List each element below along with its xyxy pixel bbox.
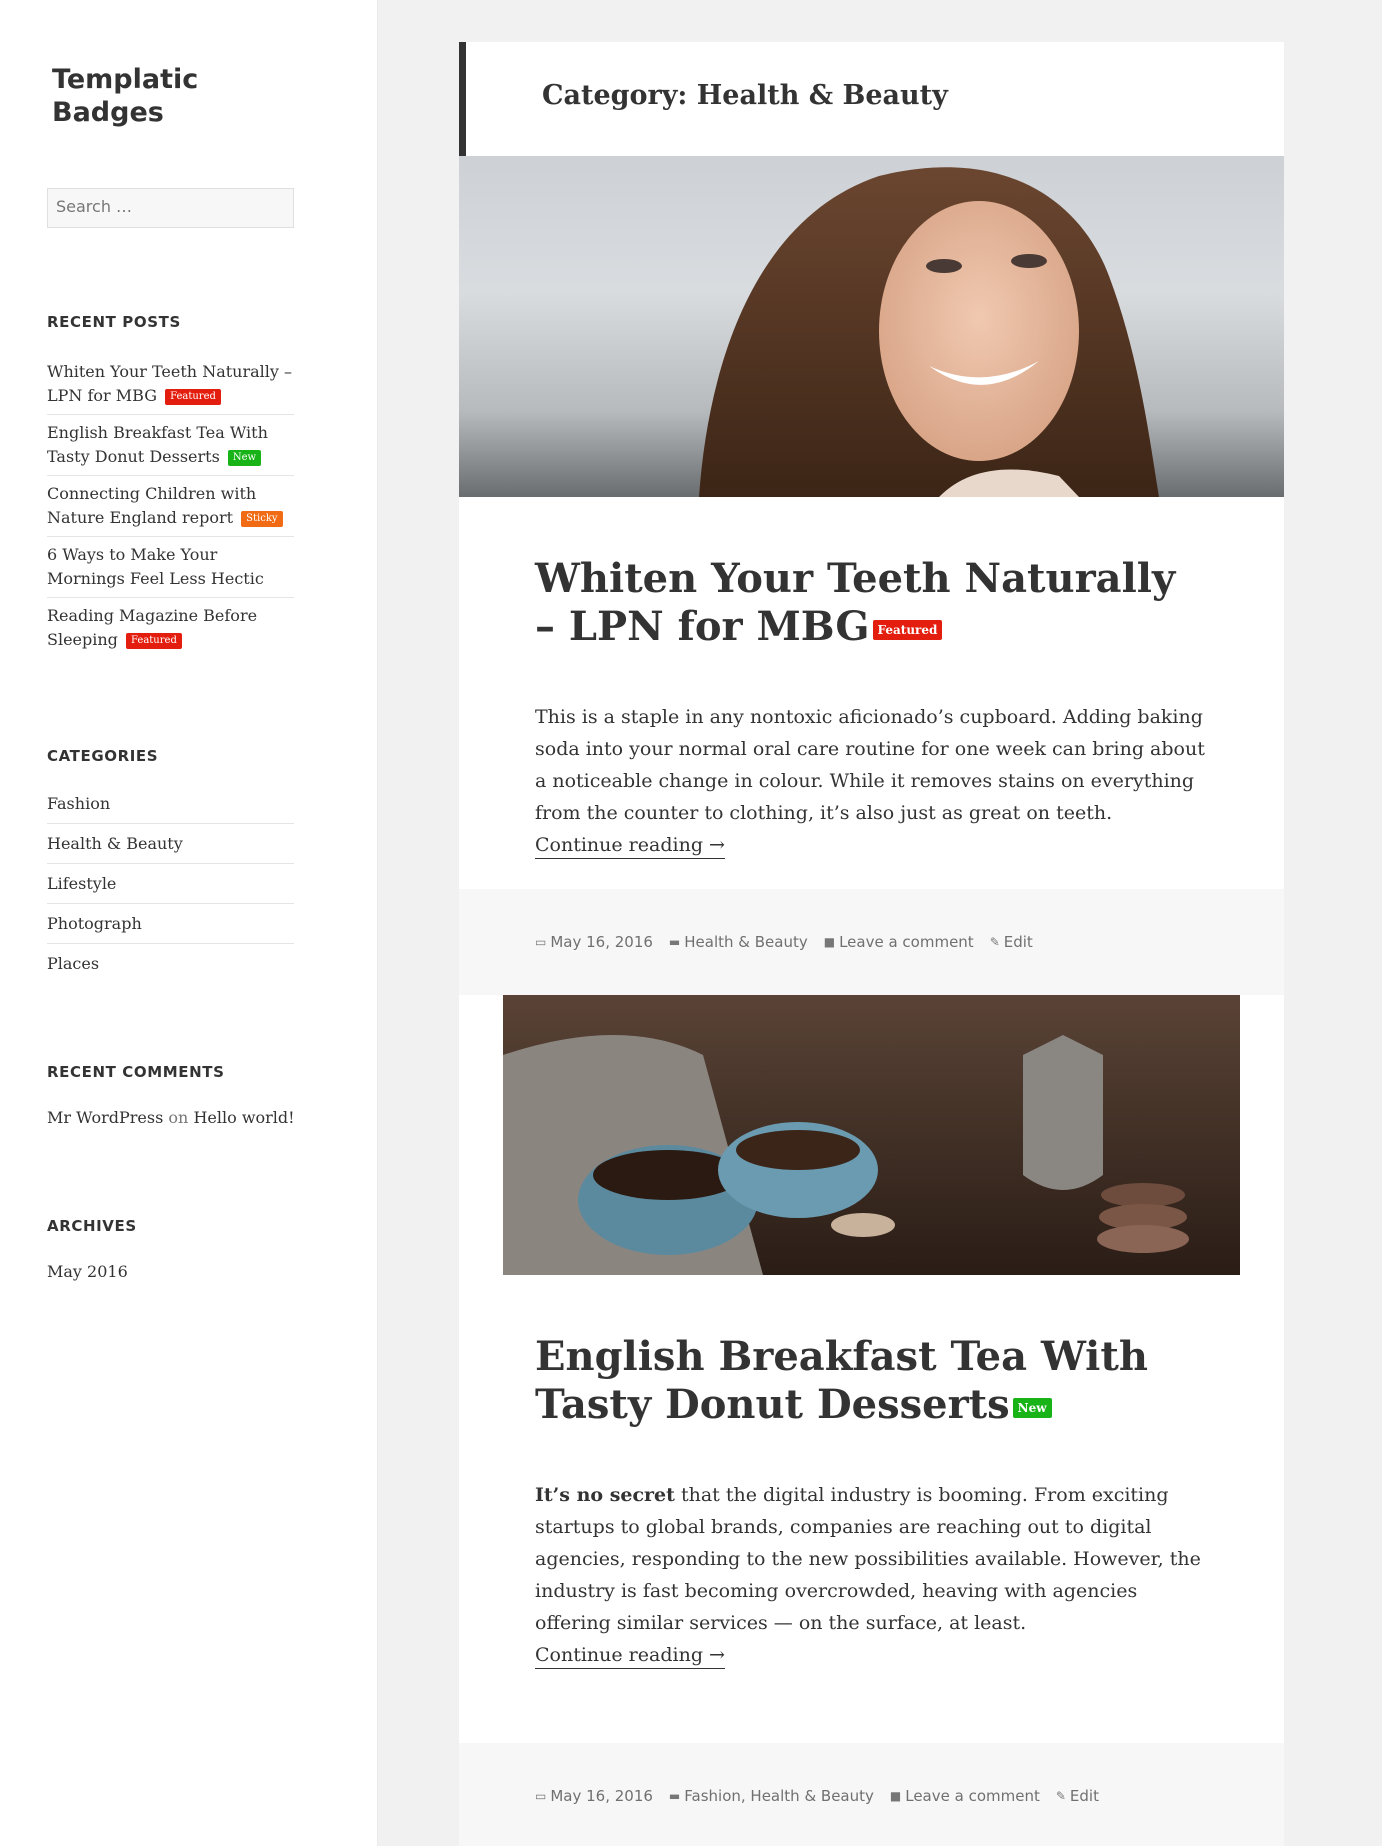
post-edit-text[interactable]: Edit <box>1004 933 1033 951</box>
featured-badge: Featured <box>126 633 182 649</box>
post-comments-text[interactable]: Leave a comment <box>905 1787 1040 1805</box>
category-item[interactable]: Places <box>47 944 294 983</box>
pencil-icon: ✎ <box>1055 1789 1066 1803</box>
post-categories-text[interactable]: Fashion, Health & Beauty <box>684 1787 874 1805</box>
comment-icon: ■ <box>889 1789 902 1803</box>
category-item[interactable]: Fashion <box>47 784 294 824</box>
post-edit-text[interactable]: Edit <box>1070 1787 1099 1805</box>
post-date[interactable]: ▭ May 16, 2016 <box>535 1787 653 1805</box>
category-item[interactable]: Health & Beauty <box>47 824 294 864</box>
post-comments[interactable]: ■ Leave a comment <box>824 933 974 951</box>
folder-icon: ▬ <box>668 1789 681 1803</box>
continue-reading-link[interactable]: Continue reading → <box>535 1642 725 1669</box>
post-date-text[interactable]: May 16, 2016 <box>550 1787 653 1805</box>
sticky-badge: Sticky <box>241 511 283 527</box>
calendar-icon: ▭ <box>535 1789 547 1803</box>
post-categories[interactable]: ▬ Fashion, Health & Beauty <box>669 1787 874 1805</box>
category-item[interactable]: Lifestyle <box>47 864 294 904</box>
excerpt-lead: It’s no secret <box>535 1484 675 1506</box>
search-input[interactable]: Search … <box>47 188 294 228</box>
continue-reading-link[interactable]: Continue reading → <box>535 832 725 859</box>
new-badge: New <box>1012 1398 1052 1418</box>
excerpt-text: This is a staple in any nontoxic aficion… <box>535 706 1205 824</box>
post-edit[interactable]: ✎ Edit <box>1056 1787 1099 1805</box>
pencil-icon: ✎ <box>989 935 1000 949</box>
post-date[interactable]: ▭ May 16, 2016 <box>535 933 653 951</box>
list-item[interactable]: Connecting Children with Nature England … <box>47 476 294 537</box>
featured-image[interactable] <box>503 995 1240 1275</box>
categories-title: CATEGORIES <box>47 747 159 765</box>
search-placeholder: Search … <box>56 197 133 216</box>
recent-posts-list: Whiten Your Teeth Naturally – LPN for MB… <box>47 354 294 658</box>
comment-icon: ■ <box>823 935 836 949</box>
post-edit[interactable]: ✎ Edit <box>990 933 1033 951</box>
recent-posts-title: RECENT POSTS <box>47 313 181 331</box>
portrait-photo <box>699 167 1159 497</box>
featured-badge: Featured <box>165 389 221 405</box>
post-title[interactable]: English Breakfast Tea With Tasty Donut D… <box>535 1333 1208 1429</box>
post-comments[interactable]: ■ Leave a comment <box>890 1787 1040 1805</box>
archives-title: ARCHIVES <box>47 1217 137 1235</box>
comment-post-link[interactable]: Hello world! <box>193 1108 294 1127</box>
excerpt-paragraph: It’s no secret that the digital industry… <box>535 1479 1208 1639</box>
post-title[interactable]: Whiten Your Teeth Naturally – LPN for MB… <box>535 555 1208 651</box>
list-item[interactable]: 6 Ways to Make Your Mornings Feel Less H… <box>47 537 294 598</box>
list-item[interactable]: English Breakfast Tea With Tasty Donut D… <box>47 415 294 476</box>
post-meta: ▭ May 16, 2016 ▬ Fashion, Health & Beaut… <box>459 1743 1284 1846</box>
featured-badge: Featured <box>872 620 943 640</box>
post-excerpt: This is a staple in any nontoxic aficion… <box>535 701 1208 861</box>
archive-link[interactable]: May 2016 <box>47 1262 128 1281</box>
post-title-text[interactable]: English Breakfast Tea With Tasty Donut D… <box>535 1333 1148 1428</box>
recent-post-link[interactable]: 6 Ways to Make Your Mornings Feel Less H… <box>47 545 264 588</box>
post-comments-text[interactable]: Leave a comment <box>839 933 974 951</box>
featured-image[interactable] <box>459 156 1284 497</box>
recent-comments-title: RECENT COMMENTS <box>47 1063 225 1081</box>
post-meta: ▭ May 16, 2016 ▬ Health & Beauty ■ Leave… <box>459 889 1284 995</box>
folder-icon: ▬ <box>668 935 681 949</box>
recent-post-link[interactable]: Connecting Children with Nature England … <box>47 484 256 527</box>
category-item[interactable]: Photograph <box>47 904 294 944</box>
list-item[interactable]: Whiten Your Teeth Naturally – LPN for MB… <box>47 354 294 415</box>
post-excerpt: It’s no secret that the digital industry… <box>535 1479 1208 1671</box>
recent-comment: Mr WordPress on Hello world! <box>47 1108 295 1127</box>
comment-author[interactable]: Mr WordPress <box>47 1108 163 1127</box>
excerpt-text: that the digital industry is booming. Fr… <box>535 1484 1201 1634</box>
post: English Breakfast Tea With Tasty Donut D… <box>459 995 1284 1846</box>
main-content: Category: Health & Beauty Whiten Your Te… <box>459 42 1284 1846</box>
tea-photo <box>503 1035 1189 1275</box>
categories-list: Fashion Health & Beauty Lifestyle Photog… <box>47 784 294 983</box>
post-date-text[interactable]: May 16, 2016 <box>550 933 653 951</box>
post-title-text[interactable]: Whiten Your Teeth Naturally – LPN for MB… <box>535 555 1175 650</box>
site-title[interactable]: Templatic Badges <box>52 63 282 129</box>
list-item[interactable]: Reading Magazine Before Sleeping Feature… <box>47 598 294 658</box>
new-badge: New <box>227 450 262 466</box>
post-categories-text[interactable]: Health & Beauty <box>684 933 807 951</box>
post-categories[interactable]: ▬ Health & Beauty <box>669 933 808 951</box>
post: Whiten Your Teeth Naturally – LPN for MB… <box>459 156 1284 995</box>
page-title: Category: Health & Beauty <box>459 42 1284 156</box>
comment-on: on <box>168 1108 189 1127</box>
sidebar: Templatic Badges Search … RECENT POSTS W… <box>0 0 377 1846</box>
calendar-icon: ▭ <box>535 935 547 949</box>
